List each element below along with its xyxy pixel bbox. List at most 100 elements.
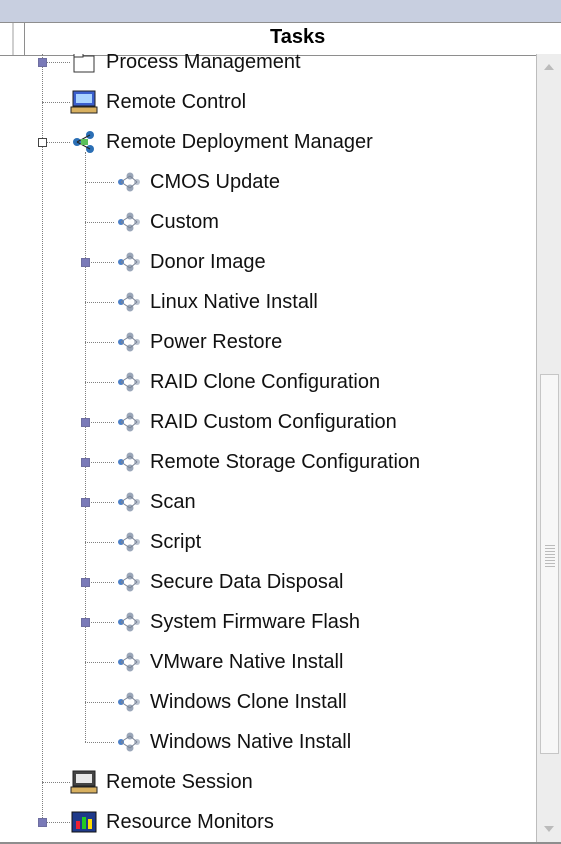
tree-item[interactable]: Remote Control [68,88,246,116]
tree-guide-line [42,54,43,822]
scroll-grip-line [545,566,555,567]
deploy-task-icon [112,248,144,276]
scroll-grip-line [545,560,555,561]
tree-connector [85,742,114,743]
tree-item-label: Remote Deployment Manager [106,130,373,153]
tree-connector [85,342,114,343]
deploy-task-icon [112,688,144,716]
tree-item[interactable]: Remote Deployment Manager [68,128,373,156]
scroll-up-arrow-icon[interactable] [544,64,554,70]
tree-item[interactable]: Donor Image [112,248,266,276]
tree-connector [85,222,114,223]
tree-item[interactable]: Custom [112,208,219,236]
deploy-task-icon [112,408,144,436]
tree-item-label: Remote Session [106,770,253,793]
deploy-task-icon [112,648,144,676]
tree-item-label: Windows Native Install [150,730,352,753]
deploy-task-icon [112,368,144,396]
deploy-task-icon [112,488,144,516]
tree-item-label: Windows Clone Install [150,690,347,713]
deploy-task-icon [112,448,144,476]
scroll-grip-line [545,554,555,555]
column-divider[interactable] [24,23,25,55]
tree-item-label: Remote Storage Configuration [150,450,421,473]
tree-item-label: RAID Custom Configuration [150,410,397,433]
expand-toggle-icon[interactable] [81,258,90,267]
tree-item-label: Custom [150,210,219,233]
tree-item-label: Donor Image [150,250,266,273]
tree-connector [42,782,70,783]
deploy-task-icon [112,568,144,596]
expand-toggle-icon[interactable] [81,618,90,627]
tree-item-label: System Firmware Flash [150,610,361,633]
tree-item-label: RAID Clone Configuration [150,370,381,393]
collapse-toggle-icon[interactable] [38,138,47,147]
remote-session-icon [68,768,100,796]
expand-toggle-icon[interactable] [81,418,90,427]
tree-item[interactable]: Process Management [68,54,301,76]
scroll-grip-line [545,545,555,546]
tree-item[interactable]: CMOS Update [112,168,280,196]
tree-connector [85,382,114,383]
tree-item[interactable]: System Firmware Flash [112,608,360,636]
remote-control-icon [68,88,100,116]
tree-connector [85,542,114,543]
tree-item[interactable]: Remote Session [68,768,253,796]
deploy-task-icon [112,728,144,756]
tree-item-label: Process Management [106,54,301,73]
tree-item[interactable]: Script [112,528,201,556]
deploy-task-icon [112,168,144,196]
deploy-task-icon [112,288,144,316]
tree-item[interactable]: Windows Native Install [112,728,351,756]
scroll-grip-line [545,557,555,558]
tree-connector [85,702,114,703]
expand-toggle-icon[interactable] [81,498,90,507]
tree-item[interactable]: Secure Data Disposal [112,568,343,596]
tasks-title: Tasks [270,26,326,48]
tree-item[interactable]: Remote Storage Configuration [112,448,420,476]
tree-connector [85,302,114,303]
monitor-chart-icon [68,808,100,836]
tree-item[interactable]: Scan [112,488,196,516]
tree-item-label: CMOS Update [150,170,281,193]
tree-connector [85,662,114,663]
scroll-grip-line [545,563,555,564]
window-top-bar [0,0,561,22]
tree-item-label: Resource Monitors [106,810,274,833]
tasks-panel: Tasks Process Management Remote Control Re… [0,22,561,844]
tree-item-label: Remote Control [106,90,247,113]
tree-item-label: VMware Native Install [150,650,344,673]
expand-toggle-icon[interactable] [81,578,90,587]
expand-toggle-icon[interactable] [38,818,47,827]
tree-guide-line [85,152,86,742]
task-tree: Process Management Remote Control Remote D… [0,54,535,842]
tree-connector [42,102,70,103]
scroll-grip-line [545,551,555,552]
tree-item-label: Script [150,530,202,553]
scroll-grip-line [545,548,555,549]
tree-item[interactable]: Power Restore [112,328,282,356]
tree-item[interactable]: VMware Native Install [112,648,343,676]
tasks-header[interactable]: Tasks [0,22,561,56]
tree-item[interactable]: Windows Clone Install [112,688,347,716]
deploy-task-icon [112,608,144,636]
deploy-task-icon [112,328,144,356]
deploy-task-icon [112,208,144,236]
deploy-task-icon [112,528,144,556]
expand-toggle-icon[interactable] [81,458,90,467]
tree-item-label: Scan [150,490,196,513]
scroll-down-arrow-icon[interactable] [544,826,554,832]
column-separator-left [12,23,14,55]
vertical-scrollbar[interactable] [536,54,561,842]
tree-item[interactable]: Resource Monitors [68,808,274,836]
tree-connector [85,182,114,183]
tree-item-label: Linux Native Install [150,290,318,313]
network-deploy-icon [68,128,100,156]
tree-item[interactable]: Linux Native Install [112,288,318,316]
tree-item[interactable]: RAID Clone Configuration [112,368,380,396]
tree-item[interactable]: RAID Custom Configuration [112,408,397,436]
tree-item-label: Secure Data Disposal [150,570,344,593]
expand-toggle-icon[interactable] [38,58,47,67]
scroll-thumb[interactable] [540,374,559,754]
folder-icon [68,54,100,76]
